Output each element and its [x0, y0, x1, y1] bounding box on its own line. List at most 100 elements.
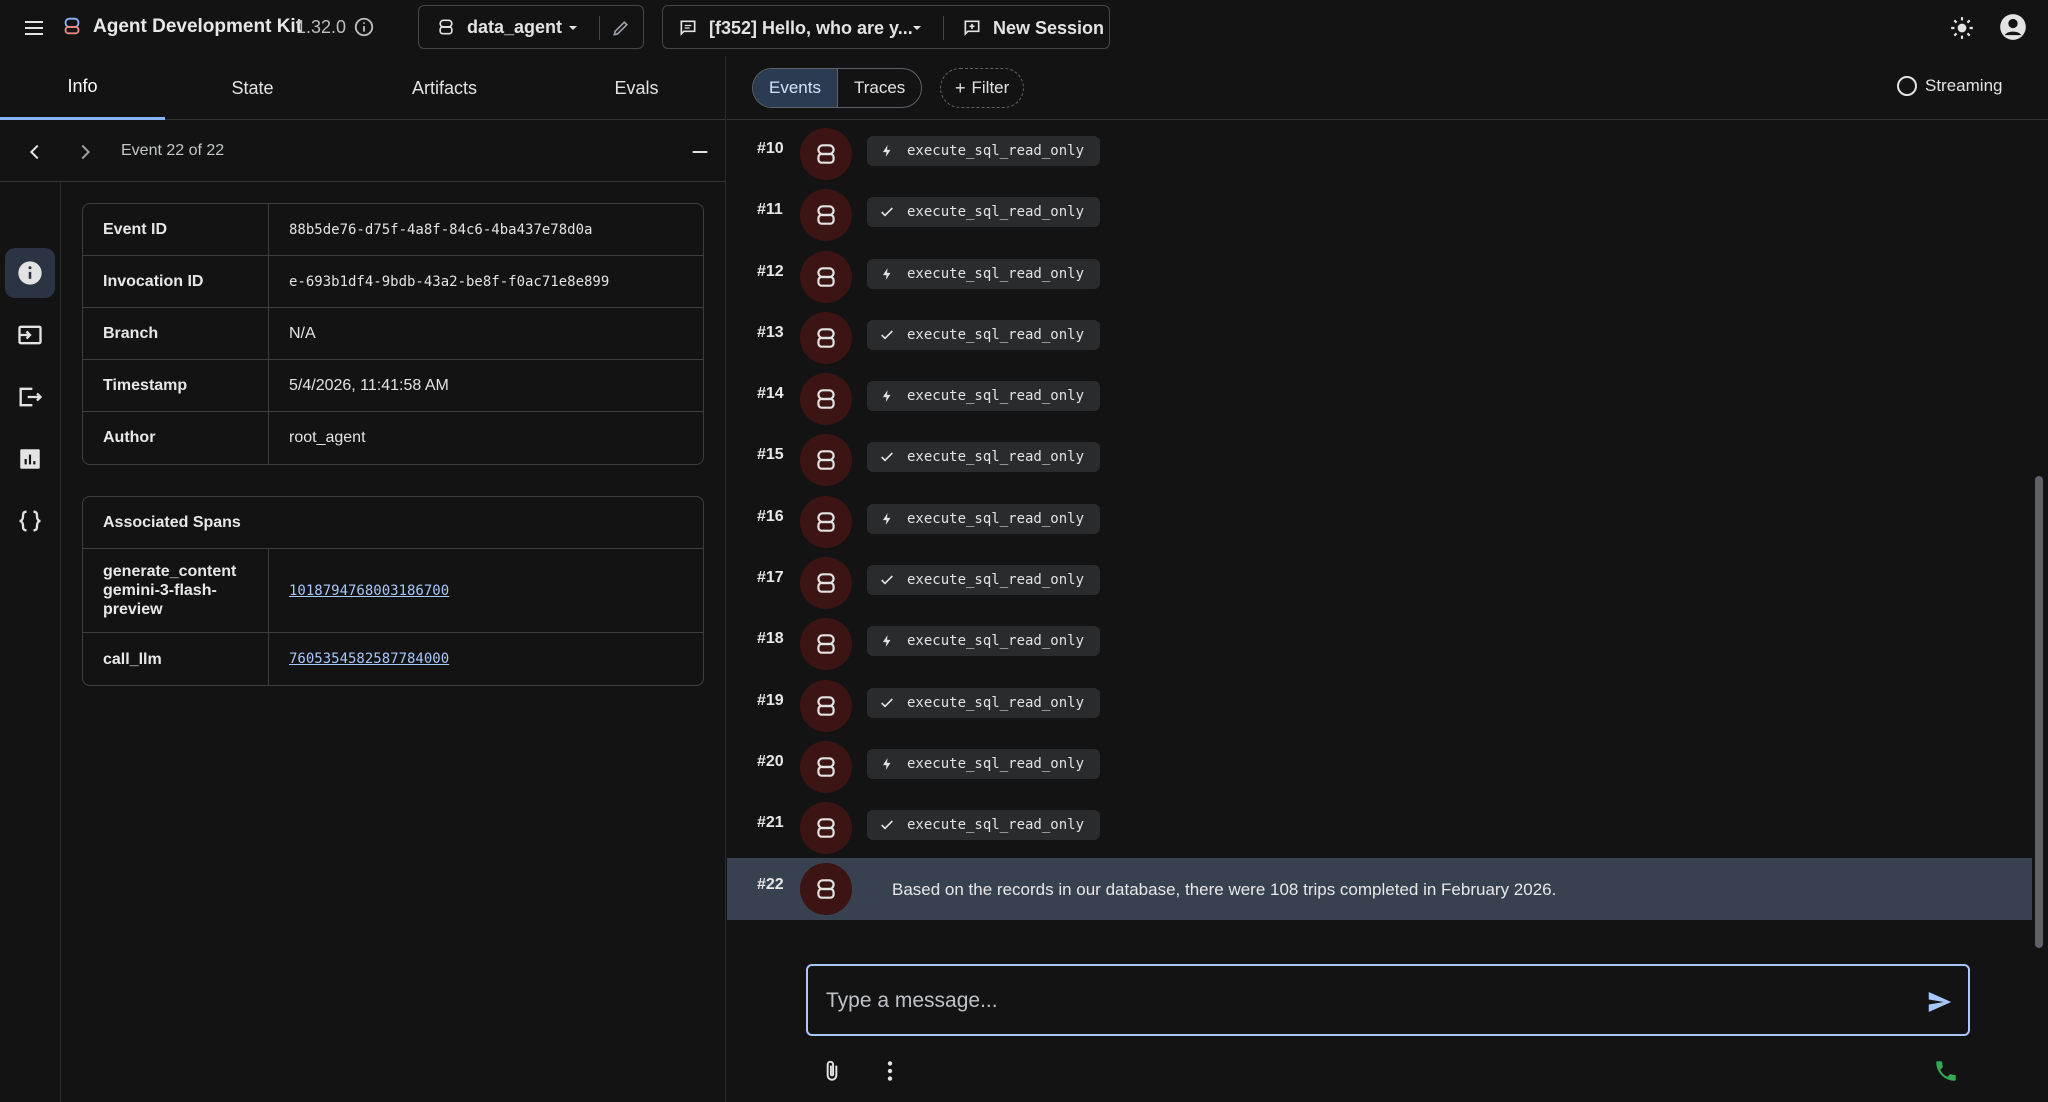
function-name: execute_sql_read_only [907, 143, 1085, 159]
function-chip[interactable]: execute_sql_read_only [867, 258, 1101, 289]
streaming-label: Streaming [1925, 76, 2003, 95]
bolt-icon [879, 143, 895, 159]
function-name: execute_sql_read_only [907, 510, 1085, 527]
check-icon [879, 695, 895, 711]
function-chip[interactable]: execute_sql_read_only [867, 748, 1101, 779]
chat-toolbar: Events Traces + Filter Streaming [727, 56, 2048, 120]
event-row[interactable]: #20 execute_sql_read_only [727, 733, 2032, 794]
scrollbar[interactable] [2035, 476, 2043, 948]
send-icon[interactable] [1924, 986, 1956, 1018]
new-session-icon[interactable] [961, 17, 983, 39]
function-chip[interactable]: execute_sql_read_only [867, 565, 1101, 596]
robot-icon [813, 141, 839, 167]
tab-artifacts[interactable]: Artifacts [362, 56, 527, 120]
rail-info-button[interactable] [5, 248, 55, 298]
robot-icon [813, 693, 839, 719]
streaming-toggle[interactable]: Streaming [1897, 76, 2002, 96]
function-chip[interactable]: execute_sql_read_only [867, 442, 1101, 473]
info-icon[interactable] [352, 15, 376, 39]
message-input[interactable] [826, 984, 1906, 1018]
bolt-icon [879, 511, 895, 527]
chevron-left-icon[interactable] [22, 139, 48, 165]
event-row[interactable]: #17 execute_sql_read_only [727, 549, 2032, 610]
event-row[interactable]: #11 execute_sql_read_only [727, 181, 2032, 242]
span-link[interactable]: 1018794768003186700 [269, 549, 703, 632]
function-chip[interactable]: execute_sql_read_only [867, 503, 1101, 534]
events-toggle[interactable]: Events [753, 69, 838, 107]
session-selector[interactable]: [f352] Hello, who are y... New Session [662, 5, 1110, 49]
robot-icon [813, 386, 839, 412]
info-row: Timestamp 5/4/2026, 11:41:58 AM [83, 360, 703, 412]
traces-toggle[interactable]: Traces [838, 69, 921, 107]
event-number: #13 [757, 323, 784, 341]
event-row[interactable]: #16 execute_sql_read_only [727, 488, 2032, 549]
function-name: execute_sql_read_only [907, 817, 1085, 834]
edit-icon[interactable] [609, 16, 633, 40]
rail-response-button[interactable] [5, 372, 55, 422]
tab-bar: Info State Artifacts Evals [0, 56, 726, 120]
app-version: 1.32.0 [296, 17, 347, 37]
function-chip[interactable]: execute_sql_read_only [867, 687, 1101, 718]
agent-avatar [800, 311, 852, 364]
function-chip[interactable]: execute_sql_read_only [867, 381, 1101, 412]
event-row[interactable]: #13 execute_sql_read_only [727, 304, 2032, 365]
function-chip[interactable]: execute_sql_read_only [867, 136, 1101, 166]
function-chip[interactable]: execute_sql_read_only [867, 626, 1101, 657]
agent-avatar [800, 618, 852, 671]
chevron-right-icon[interactable] [72, 139, 98, 165]
info-value: N/A [289, 324, 316, 342]
more-vert-icon[interactable] [875, 1056, 905, 1086]
robot-icon [813, 815, 839, 841]
robot-icon [813, 264, 839, 290]
event-number: #19 [757, 691, 784, 709]
top-bar: Agent Development Kit 1.32.0 data_agent … [0, 0, 2048, 56]
bolt-icon [879, 633, 895, 649]
rail-metrics-button[interactable] [5, 434, 55, 484]
sun-icon[interactable] [1948, 14, 1976, 42]
chat-panel: Events Traces + Filter Streaming #10 exec… [727, 56, 2048, 1102]
event-row[interactable]: #18 execute_sql_read_only [727, 610, 2032, 671]
event-row-selected[interactable]: #22 Based on the records in our database,… [727, 857, 2032, 920]
event-row[interactable]: #14 execute_sql_read_only [727, 365, 2032, 426]
span-link[interactable]: 7605354582587784000 [269, 633, 703, 685]
function-name: execute_sql_read_only [907, 572, 1085, 589]
tab-evals[interactable]: Evals [554, 56, 719, 120]
filter-label: Filter [971, 78, 1010, 97]
agent-selector[interactable]: data_agent [418, 5, 644, 49]
info-value: root_agent [289, 429, 366, 446]
event-row[interactable]: #19 execute_sql_read_only [727, 672, 2032, 733]
phone-icon[interactable] [1931, 1056, 1961, 1086]
event-number: #22 [757, 875, 784, 893]
event-row[interactable]: #21 execute_sql_read_only [727, 794, 2032, 855]
event-row[interactable]: #12 execute_sql_read_only [727, 243, 2032, 304]
function-chip[interactable]: execute_sql_read_only [867, 319, 1101, 350]
new-session-button[interactable]: New Session [993, 18, 1104, 39]
info-key: Timestamp [83, 360, 269, 411]
output-icon [16, 383, 44, 411]
function-name: execute_sql_read_only [907, 388, 1085, 405]
event-number: #15 [757, 446, 784, 464]
message-composer [806, 964, 1970, 1036]
function-chip[interactable]: execute_sql_read_only [867, 810, 1101, 841]
event-row[interactable]: #15 execute_sql_read_only [727, 426, 2032, 487]
menu-icon[interactable] [20, 14, 48, 42]
event-row[interactable]: #10 execute_sql_read_only [727, 120, 2032, 181]
attach-icon[interactable] [817, 1056, 847, 1086]
robot-icon [813, 447, 839, 473]
tab-info[interactable]: Info [0, 56, 165, 120]
rail-request-button[interactable] [5, 310, 55, 360]
side-panel: Info State Artifacts Evals Event 22 of 2… [0, 56, 726, 1102]
function-chip[interactable]: execute_sql_read_only [867, 197, 1101, 228]
agent-avatar [800, 740, 852, 793]
info-key: Event ID [83, 204, 269, 255]
rail-json-button[interactable] [5, 496, 55, 546]
event-number: #16 [757, 507, 784, 525]
minimize-icon[interactable] [686, 138, 714, 166]
check-icon [879, 449, 895, 465]
agent-message: Based on the records in our database, th… [892, 879, 1557, 899]
tab-state[interactable]: State [170, 56, 335, 120]
event-info-table: Event ID 88b5de76-d75f-4a8f-84c6-4ba437e… [82, 203, 704, 465]
account-icon[interactable] [1998, 12, 2028, 42]
filter-button[interactable]: + Filter [940, 68, 1025, 108]
function-name: execute_sql_read_only [907, 265, 1085, 282]
